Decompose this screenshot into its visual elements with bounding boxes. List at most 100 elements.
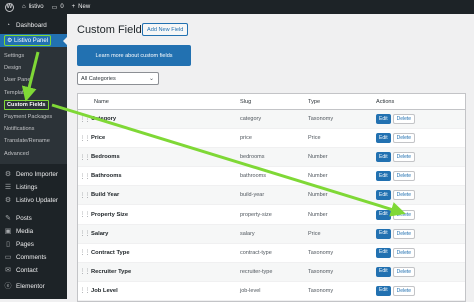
list-icon: ☰ bbox=[4, 184, 12, 192]
field-slug: job-level bbox=[240, 287, 261, 294]
field-name: Price bbox=[91, 135, 106, 142]
learn-more-button[interactable]: Learn more about custom fields bbox=[77, 45, 191, 66]
submenu-settings[interactable]: Settings bbox=[0, 50, 67, 62]
delete-button[interactable]: Delete bbox=[392, 152, 416, 163]
edit-button[interactable]: Edit bbox=[376, 133, 391, 144]
delete-button[interactable]: Delete bbox=[392, 133, 416, 144]
elementor-icon: ⓔ bbox=[4, 283, 12, 291]
table-header: Name Slug Type Actions bbox=[78, 94, 465, 110]
main-content: Custom Fields Add New Field Learn more a… bbox=[67, 14, 474, 302]
delete-button[interactable]: Delete bbox=[392, 285, 416, 296]
admin-sidebar: ◔ Dashboard ⚙ Listivo Panel Settings Desi… bbox=[0, 14, 67, 299]
sidebar-item-comments[interactable]: ▭ Comments bbox=[0, 251, 67, 264]
header-slug: Slug bbox=[240, 98, 252, 105]
wordpress-logo-icon[interactable]: W bbox=[5, 2, 14, 12]
field-name: Bedrooms bbox=[91, 154, 120, 161]
field-type: Taxonomy bbox=[308, 116, 334, 123]
sidebar-item-listivo-updater[interactable]: ⚙ Listivo Updater bbox=[0, 194, 67, 207]
sidebar-item-listivo-panel[interactable]: ⚙ Listivo Panel bbox=[0, 34, 67, 47]
field-slug: price bbox=[240, 135, 252, 142]
drag-handle-icon[interactable]: ⋮⋮ bbox=[78, 116, 91, 123]
sidebar-item-demo-importer[interactable]: ⚙ Demo Importer bbox=[0, 168, 67, 181]
home-icon: ⌂ bbox=[22, 4, 26, 10]
field-slug: property-size bbox=[240, 211, 272, 218]
delete-button[interactable]: Delete bbox=[392, 266, 416, 277]
delete-button[interactable]: Delete bbox=[392, 228, 416, 239]
comments-link[interactable]: ▭ 0 bbox=[52, 4, 64, 11]
sidebar-item-listings[interactable]: ☰ Listings bbox=[0, 181, 67, 194]
table-body: ⋮⋮ Category category Taxonomy Edit Delete ⋮⋮ Pr… bbox=[78, 110, 465, 301]
delete-button[interactable]: Delete bbox=[392, 114, 416, 125]
media-icon: ▣ bbox=[4, 228, 12, 236]
add-new-field-button[interactable]: Add New Field bbox=[142, 23, 189, 36]
field-type: Taxonomy bbox=[308, 268, 334, 275]
sidebar-item-contact[interactable]: ✉ Contact bbox=[0, 264, 67, 277]
delete-button[interactable]: Delete bbox=[392, 247, 416, 258]
table-row: ⋮⋮ Price price Price Edit Delete bbox=[78, 129, 465, 149]
drag-handle-icon[interactable]: ⋮⋮ bbox=[78, 287, 91, 294]
drag-handle-icon[interactable]: ⋮⋮ bbox=[78, 268, 91, 275]
drag-handle-icon[interactable]: ⋮⋮ bbox=[78, 230, 91, 237]
table-row: ⋮⋮ Bathrooms bathrooms Number Edit Delete bbox=[78, 167, 465, 187]
custom-fields-table: Name Slug Type Actions ⋮⋮ Category categor… bbox=[77, 93, 466, 302]
field-type: Number bbox=[308, 192, 328, 199]
drag-handle-icon[interactable]: ⋮⋮ bbox=[78, 192, 91, 199]
submenu-user-panel[interactable]: User Panel bbox=[0, 74, 67, 86]
table-row: ⋮⋮ Bedrooms bedrooms Number Edit Delete bbox=[78, 148, 465, 168]
field-name: Job Level bbox=[91, 287, 118, 294]
field-slug: bathrooms bbox=[240, 173, 266, 180]
edit-button[interactable]: Edit bbox=[376, 190, 391, 201]
edit-button[interactable]: Edit bbox=[376, 171, 391, 182]
drag-handle-icon[interactable]: ⋮⋮ bbox=[78, 154, 91, 161]
header-type: Type bbox=[308, 98, 321, 105]
edit-button[interactable]: Edit bbox=[376, 266, 391, 277]
field-slug: build-year bbox=[240, 192, 265, 199]
sidebar-item-dashboard[interactable]: ◔ Dashboard bbox=[0, 19, 67, 32]
submenu-templates[interactable]: Templates bbox=[0, 87, 67, 99]
sidebar-item-pages[interactable]: ▯ Pages bbox=[0, 238, 67, 251]
sidebar-item-posts[interactable]: ✎ Posts bbox=[0, 212, 67, 225]
edit-button[interactable]: Edit bbox=[376, 285, 391, 296]
submenu-advanced[interactable]: Advanced bbox=[0, 148, 67, 160]
edit-button[interactable]: Edit bbox=[376, 247, 391, 258]
field-type: Taxonomy bbox=[308, 287, 334, 294]
field-name: Category bbox=[91, 116, 117, 123]
field-name: Salary bbox=[91, 230, 109, 237]
new-content-link[interactable]: + New bbox=[72, 4, 91, 10]
submenu-payment-packages[interactable]: Payment Packages bbox=[0, 111, 67, 123]
drag-handle-icon[interactable]: ⋮⋮ bbox=[78, 211, 91, 218]
mail-icon: ✉ bbox=[5, 267, 11, 275]
edit-button[interactable]: Edit bbox=[376, 209, 391, 220]
field-type: Number bbox=[308, 211, 328, 218]
table-row: ⋮⋮ Salary salary Price Edit Delete bbox=[78, 224, 465, 244]
drag-handle-icon[interactable]: ⋮⋮ bbox=[78, 249, 91, 256]
delete-button[interactable]: Delete bbox=[392, 190, 416, 201]
field-slug: salary bbox=[240, 230, 255, 237]
submenu-design[interactable]: Design bbox=[0, 62, 67, 74]
category-filter-select[interactable]: All Categories ⌄ bbox=[77, 72, 159, 85]
plus-icon: + bbox=[71, 4, 76, 10]
field-name: Build Year bbox=[91, 192, 120, 199]
sidebar-item-media[interactable]: ▣ Media bbox=[0, 225, 67, 238]
listivo-submenu: Settings Design User Panel Templates Cus… bbox=[0, 47, 67, 164]
edit-button[interactable]: Edit bbox=[376, 152, 391, 163]
drag-handle-icon[interactable]: ⋮⋮ bbox=[78, 135, 91, 142]
field-name: Contract Type bbox=[91, 249, 130, 256]
delete-button[interactable]: Delete bbox=[392, 171, 416, 182]
edit-button[interactable]: Edit bbox=[376, 228, 391, 239]
drag-handle-icon[interactable]: ⋮⋮ bbox=[78, 173, 91, 180]
chevron-down-icon: ⌄ bbox=[148, 76, 154, 82]
submenu-notifications[interactable]: Notifications bbox=[0, 123, 67, 135]
submenu-translate-rename[interactable]: Translate/Rename bbox=[0, 135, 67, 147]
field-slug: category bbox=[240, 116, 262, 123]
field-type: Price bbox=[308, 230, 321, 237]
edit-button[interactable]: Edit bbox=[376, 114, 391, 125]
sidebar-item-elementor[interactable]: ⓔ Elementor bbox=[0, 280, 67, 293]
site-name-link[interactable]: ⌂ listivo bbox=[22, 4, 44, 10]
page-icon: ▯ bbox=[6, 241, 10, 249]
delete-button[interactable]: Delete bbox=[392, 209, 416, 220]
field-slug: bedrooms bbox=[240, 154, 265, 161]
submenu-custom-fields[interactable]: Custom Fields bbox=[0, 99, 67, 111]
field-type: Price bbox=[308, 135, 321, 142]
field-name: Property Size bbox=[91, 211, 129, 218]
